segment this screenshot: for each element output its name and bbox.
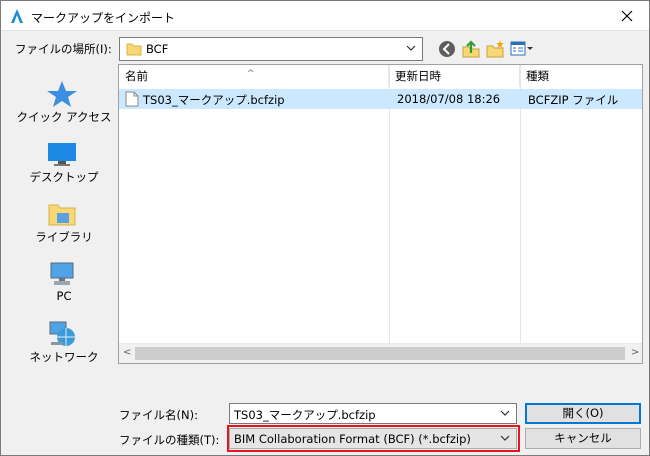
scroll-right-icon[interactable]: > — [631, 347, 639, 358]
place-label: デスクトップ — [29, 170, 99, 184]
desktop-icon — [48, 143, 76, 166]
filetype-label: ファイルの種類(T): — [119, 433, 220, 447]
filename-value: TS03_マークアップ.bcfzip — [234, 408, 376, 422]
chevron-down-icon — [500, 410, 510, 416]
place-libraries[interactable]: ライブラリ — [15, 191, 113, 249]
window-title: マークアップをインポート — [31, 11, 176, 25]
scroll-left-icon[interactable]: < — [123, 347, 131, 358]
close-button[interactable] — [605, 1, 649, 30]
view-menu-icon — [510, 41, 533, 56]
column-header-name[interactable]: 名前 ^ — [119, 65, 389, 87]
close-icon — [621, 10, 633, 21]
scrollbar-thumb[interactable] — [135, 347, 625, 360]
places-bar: クイック アクセス デスクトップ ライブラリ PC ネットワーク — [15, 65, 113, 377]
column-name-label: 名前 — [125, 69, 148, 83]
look-in-label: ファイルの場所(I): — [15, 42, 112, 56]
file-icon — [125, 91, 139, 107]
pc-icon — [50, 262, 74, 285]
up-folder-button[interactable] — [461, 39, 481, 59]
file-list[interactable]: 名前 ^ 更新日時 種類 TS03_マークアップ.bcfzip 2018/07/… — [118, 64, 643, 364]
filename-field[interactable]: TS03_マークアップ.bcfzip — [229, 403, 517, 424]
column-date-label: 更新日時 — [395, 69, 441, 83]
file-date: 2018/07/08 18:26 — [397, 92, 501, 106]
filename-label: ファイル名(N): — [119, 408, 198, 422]
horizontal-scrollbar[interactable]: < > — [119, 343, 642, 363]
network-icon — [49, 321, 75, 346]
view-menu-button[interactable] — [509, 39, 535, 59]
title-bar: マークアップをインポート — [1, 1, 649, 31]
place-network[interactable]: ネットワーク — [15, 311, 113, 369]
star-icon — [47, 81, 77, 107]
look-in-value: BCF — [146, 42, 169, 56]
place-quick-access[interactable]: クイック アクセス — [15, 71, 113, 129]
column-header-date[interactable]: 更新日時 — [389, 65, 520, 87]
file-name: TS03_マークアップ.bcfzip — [143, 93, 285, 107]
column-header-type[interactable]: 種類 — [520, 65, 642, 87]
back-button[interactable] — [437, 39, 457, 59]
folder-icon — [126, 43, 142, 56]
new-folder-icon — [486, 40, 504, 58]
library-icon — [48, 204, 76, 226]
up-folder-icon — [462, 40, 480, 58]
place-pc[interactable]: PC — [15, 251, 113, 309]
back-arrow-icon — [439, 41, 455, 57]
look-in-dropdown[interactable]: BCF — [119, 37, 423, 61]
place-label: PC — [56, 289, 72, 303]
import-markup-dialog: マークアップをインポート ファイルの場所(I): BCF クイック アクセス デ… — [0, 0, 650, 456]
open-button[interactable]: 開く(O) — [525, 403, 641, 424]
sort-ascending-icon: ^ — [247, 69, 255, 79]
app-logo-icon — [11, 9, 23, 23]
column-type-label: 種類 — [526, 69, 549, 83]
place-label: ネットワーク — [29, 350, 99, 364]
place-label: ライブラリ — [35, 230, 93, 244]
file-type: BCFZIP ファイル — [528, 93, 619, 107]
place-label: クイック アクセス — [16, 110, 112, 124]
place-desktop[interactable]: デスクトップ — [15, 131, 113, 189]
cancel-button[interactable]: キャンセル — [525, 428, 641, 449]
new-folder-button[interactable] — [485, 39, 505, 59]
filetype-highlight-box — [227, 425, 520, 452]
file-row[interactable]: TS03_マークアップ.bcfzip 2018/07/08 18:26 BCFZ… — [119, 89, 642, 109]
chevron-down-icon — [406, 45, 416, 51]
